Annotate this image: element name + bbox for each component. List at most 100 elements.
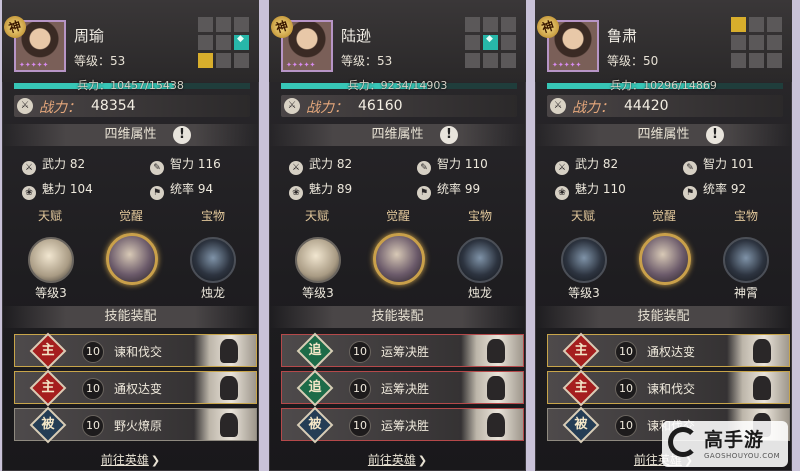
skill-type: 追 — [308, 380, 322, 395]
awaken-orb[interactable] — [106, 233, 158, 285]
skill-art — [461, 335, 523, 366]
skill-slot-1[interactable]: 主 10 通权达变 — [547, 332, 790, 370]
tab-treasure[interactable]: 宝物 — [450, 207, 510, 224]
awaken-orb[interactable] — [639, 233, 691, 285]
skill-level: 10 — [349, 415, 371, 437]
skill-type: 被 — [41, 417, 55, 432]
skill-slot-1[interactable]: 追 10 运筹决胜 — [281, 332, 524, 370]
info-icon[interactable]: ! — [440, 126, 458, 144]
tab-awaken[interactable]: 觉醒 — [634, 207, 694, 224]
talent-level: 等级3 — [35, 286, 67, 300]
force-icon: ⚔ — [289, 161, 303, 175]
skill-art — [194, 335, 256, 366]
skill-type: 主 — [41, 380, 55, 395]
tab-treasure[interactable]: 宝物 — [183, 207, 243, 224]
treasure-orb[interactable] — [723, 237, 769, 283]
skill-name: 运筹决胜 — [381, 345, 430, 359]
skill-name: 通权达变 — [647, 345, 696, 359]
skill-name: 谏和伐交 — [647, 382, 696, 396]
flag-icon: ⚑ — [683, 186, 697, 200]
attr-intellect: ✎ 智力 101 — [683, 155, 754, 175]
skill-type: 被 — [574, 417, 588, 432]
talent-orb[interactable] — [561, 237, 607, 283]
skill-type: 主 — [41, 343, 55, 358]
hero-name: 鲁肃 — [607, 27, 638, 45]
tab-awaken[interactable]: 觉醒 — [368, 207, 428, 224]
formation-grid[interactable] — [731, 17, 782, 68]
skill-art — [727, 335, 789, 366]
star-rating: ✦✦✦✦✦ — [552, 61, 582, 69]
skill-slot-3[interactable]: 被 10 野火燎原 — [14, 406, 257, 444]
equip-tabs: 天赋 觉醒 宝物 — [269, 207, 526, 224]
skill-slot-1[interactable]: 主 10 谏和伐交 — [14, 332, 257, 370]
power-label: 战力： — [306, 100, 348, 116]
combat-power: ⚔ 战力： 44420 — [547, 95, 783, 117]
star-rating: ✦✦✦✦✦ — [19, 61, 49, 69]
goto-hero-link[interactable]: 前往英雄❯ — [269, 451, 526, 468]
treasure-orb[interactable] — [190, 237, 236, 283]
tab-talent[interactable]: 天赋 — [553, 207, 613, 224]
hero-card-2: ✦✦✦✦✦ 神 鲁肃 等级：50 兵力：10296/14869 ⚔ 战力： 44… — [535, 0, 792, 471]
skill-slot-2[interactable]: 追 10 运筹决胜 — [281, 369, 524, 407]
formation-grid[interactable] — [465, 17, 516, 68]
info-icon[interactable]: ! — [706, 126, 724, 144]
equip-tabs: 天赋 觉醒 宝物 — [2, 207, 259, 224]
skill-level: 10 — [349, 341, 371, 363]
charm-icon: ❀ — [555, 186, 569, 200]
attr-command: ⚑ 统率 94 — [150, 180, 213, 200]
skill-level: 10 — [349, 378, 371, 400]
skill-art — [461, 372, 523, 403]
attr-intellect: ✎ 智力 110 — [417, 155, 488, 175]
skill-level: 10 — [82, 378, 104, 400]
attr-force: ⚔ 武力 82 — [289, 155, 352, 175]
attr-charm: ❀ 魅力 89 — [289, 180, 352, 200]
skills-title: 技能装配 — [2, 306, 259, 328]
tab-talent[interactable]: 天赋 — [20, 207, 80, 224]
talent-orb[interactable] — [28, 237, 74, 283]
combat-power: ⚔ 战力： 46160 — [281, 95, 517, 117]
attr-charm: ❀ 魅力 104 — [22, 180, 93, 200]
skills-title: 技能装配 — [269, 306, 526, 328]
skill-type: 主 — [574, 380, 588, 395]
info-icon[interactable]: ! — [173, 126, 191, 144]
skill-type: 主 — [574, 343, 588, 358]
skill-slot-2[interactable]: 主 10 通权达变 — [14, 369, 257, 407]
sword-icon: ⚔ — [550, 98, 566, 114]
tab-treasure[interactable]: 宝物 — [716, 207, 776, 224]
attributes-title: 四维属性! — [535, 124, 792, 146]
attr-force: ⚔ 武力 82 — [22, 155, 85, 175]
skill-name: 野火燎原 — [114, 419, 163, 433]
book-icon: ✎ — [417, 161, 431, 175]
skill-art — [461, 409, 523, 440]
skill-art — [194, 409, 256, 440]
hero-level: 等级：53 — [341, 54, 393, 68]
sword-icon: ⚔ — [17, 98, 33, 114]
formation-grid[interactable] — [198, 17, 249, 68]
power-value: 48354 — [91, 98, 136, 114]
power-value: 46160 — [358, 98, 403, 114]
troops-text: 兵力：10296/14869 — [610, 79, 717, 92]
tab-awaken[interactable]: 觉醒 — [101, 207, 161, 224]
attr-command: ⚑ 统率 99 — [417, 180, 480, 200]
attr-force: ⚔ 武力 82 — [555, 155, 618, 175]
combat-power: ⚔ 战力： 48354 — [14, 95, 250, 117]
talent-orb[interactable] — [295, 237, 341, 283]
book-icon: ✎ — [150, 161, 164, 175]
force-icon: ⚔ — [22, 161, 36, 175]
treasure-orb[interactable] — [457, 237, 503, 283]
book-icon: ✎ — [683, 161, 697, 175]
skills-title: 技能装配 — [535, 306, 792, 328]
attr-charm: ❀ 魅力 110 — [555, 180, 626, 200]
awaken-orb[interactable] — [373, 233, 425, 285]
attr-intellect: ✎ 智力 116 — [150, 155, 221, 175]
skill-slot-3[interactable]: 被 10 运筹决胜 — [281, 406, 524, 444]
force-icon: ⚔ — [555, 161, 569, 175]
logo-icon — [668, 427, 698, 457]
attributes-title: 四维属性! — [2, 124, 259, 146]
skill-level: 10 — [615, 415, 637, 437]
skill-slot-2[interactable]: 主 10 谏和伐交 — [547, 369, 790, 407]
skill-name: 谏和伐交 — [114, 345, 163, 359]
star-rating: ✦✦✦✦✦ — [286, 61, 316, 69]
tab-talent[interactable]: 天赋 — [287, 207, 347, 224]
goto-hero-link[interactable]: 前往英雄❯ — [2, 451, 259, 468]
